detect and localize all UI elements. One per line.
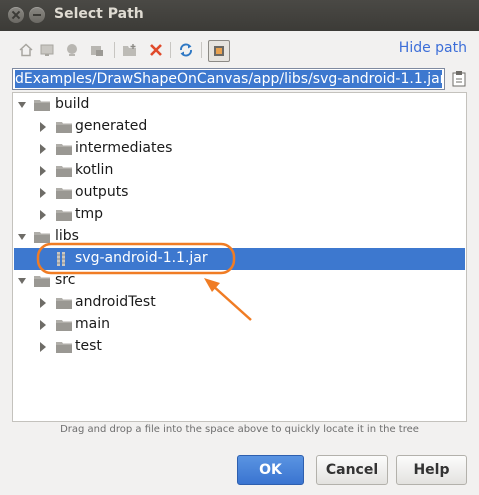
- toolbar-separator: [170, 42, 171, 58]
- project-icon[interactable]: [63, 41, 81, 59]
- path-input[interactable]: [13, 69, 444, 89]
- tree-row-label: androidTest: [75, 294, 156, 310]
- tree-row[interactable]: libs: [14, 226, 465, 248]
- close-window-button[interactable]: [8, 7, 24, 23]
- expanded-arrow-icon[interactable]: [17, 99, 27, 111]
- tree-row[interactable]: generated: [14, 116, 465, 138]
- tree-row-label: src: [55, 272, 76, 288]
- tree-row[interactable]: src: [14, 270, 465, 292]
- folder-icon: [56, 210, 72, 221]
- minimize-window-button[interactable]: [29, 7, 45, 23]
- folder-icon: [34, 276, 50, 287]
- tree-row-label: svg-android-1.1.jar: [75, 250, 208, 266]
- toolbar-separator: [201, 42, 202, 58]
- tree-row-label: kotlin: [75, 162, 114, 178]
- module-icon[interactable]: [88, 41, 106, 59]
- help-button[interactable]: Help: [396, 455, 467, 485]
- folder-icon: [56, 122, 72, 133]
- cancel-button[interactable]: Cancel: [316, 455, 388, 485]
- collapsed-arrow-icon[interactable]: [38, 297, 48, 309]
- jar-file-icon: [57, 252, 65, 266]
- folder-icon: [34, 232, 50, 243]
- new-folder-icon[interactable]: [121, 41, 139, 59]
- tree-row-label: intermediates: [75, 140, 173, 156]
- expanded-arrow-icon[interactable]: [17, 275, 27, 287]
- home-icon[interactable]: [17, 41, 35, 59]
- tree-row-label: generated: [75, 118, 148, 134]
- folder-icon: [56, 166, 72, 177]
- collapsed-arrow-icon[interactable]: [38, 319, 48, 331]
- collapsed-arrow-icon[interactable]: [38, 165, 48, 177]
- expanded-arrow-icon[interactable]: [17, 231, 27, 243]
- toolbar-separator: [114, 42, 115, 58]
- collapsed-arrow-icon[interactable]: [38, 209, 48, 221]
- tree-row-label: tmp: [75, 206, 104, 222]
- folder-icon: [56, 298, 72, 309]
- collapsed-arrow-icon[interactable]: [38, 143, 48, 155]
- folder-icon: [56, 320, 72, 331]
- tree-row-label: libs: [55, 228, 79, 244]
- window-title: Select Path: [54, 6, 144, 22]
- tree-row[interactable]: androidTest: [14, 292, 465, 314]
- delete-icon[interactable]: [147, 41, 165, 59]
- tree-row[interactable]: test: [14, 336, 465, 358]
- path-field[interactable]: [12, 68, 445, 90]
- toolbar: Hide path: [0, 36, 479, 64]
- title-bar: Select Path: [0, 0, 479, 31]
- collapsed-arrow-icon[interactable]: [38, 121, 48, 133]
- folder-icon: [56, 188, 72, 199]
- hide-path-link[interactable]: Hide path: [399, 40, 467, 56]
- select-path-dialog: Select Path Hide path dExamples/DrawShap…: [0, 0, 479, 495]
- file-tree[interactable]: build generated intermediates kotlin out…: [12, 92, 467, 422]
- tree-row-label: build: [55, 96, 90, 112]
- tree-row[interactable]: tmp: [14, 204, 465, 226]
- refresh-icon[interactable]: [177, 41, 195, 59]
- drag-drop-hint: Drag and drop a file into the space abov…: [60, 424, 419, 435]
- tree-row[interactable]: intermediates: [14, 138, 465, 160]
- tree-row-selected[interactable]: svg-android-1.1.jar: [14, 248, 465, 270]
- desktop-icon[interactable]: [38, 41, 56, 59]
- tree-row[interactable]: outputs: [14, 182, 465, 204]
- tree-row[interactable]: main: [14, 314, 465, 336]
- tree-row-label: main: [75, 316, 110, 332]
- collapsed-arrow-icon[interactable]: [38, 187, 48, 199]
- tree-row[interactable]: build: [14, 94, 465, 116]
- ok-button[interactable]: OK: [237, 455, 304, 485]
- collapsed-arrow-icon[interactable]: [38, 341, 48, 353]
- tree-row[interactable]: kotlin: [14, 160, 465, 182]
- tree-row-label: test: [75, 338, 102, 354]
- tree-row-label: outputs: [75, 184, 129, 200]
- folder-icon: [56, 144, 72, 155]
- show-hidden-icon[interactable]: [208, 40, 230, 62]
- folder-icon: [56, 342, 72, 353]
- path-history-icon[interactable]: [451, 70, 467, 88]
- folder-icon: [34, 100, 50, 111]
